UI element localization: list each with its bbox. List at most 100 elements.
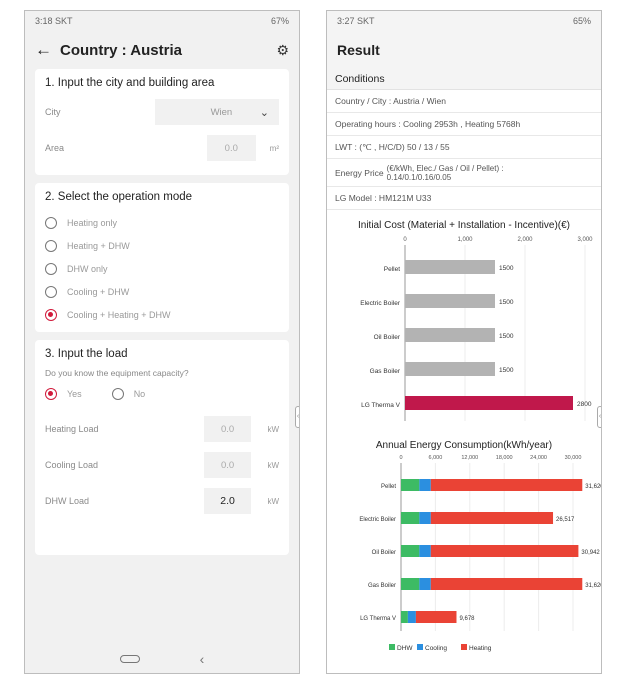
radio-no[interactable]: No bbox=[111, 386, 146, 402]
radio-icon bbox=[111, 388, 124, 400]
category-label: Oil Boiler bbox=[374, 334, 401, 341]
cooling-load-input[interactable]: 0.0 bbox=[203, 452, 252, 478]
energy-consumption-chart: 0 6,000 12,000 18,000 24,000 30,000 Pellet 31,6… bbox=[359, 455, 602, 652]
nav-back-icon[interactable]: ‹ bbox=[200, 651, 205, 667]
radio-icon bbox=[45, 262, 57, 275]
radio-label: Heating + DHW bbox=[67, 240, 130, 251]
dhw-load-input[interactable]: 2.0 bbox=[203, 488, 252, 514]
heating-load-input[interactable]: 0.0 bbox=[203, 416, 252, 442]
radio-heating-dhw[interactable]: Heating + DHW bbox=[45, 234, 279, 257]
unit-label: kW bbox=[267, 460, 279, 470]
nav-bar: ‹ bbox=[25, 645, 299, 673]
data-label: 26,517 bbox=[556, 517, 575, 523]
radio-icon bbox=[45, 285, 57, 298]
condition-model: LG Model : HM121M U33 bbox=[327, 187, 601, 210]
radio-heating-only[interactable]: Heating only bbox=[45, 211, 279, 234]
legend-swatch bbox=[461, 644, 467, 650]
section-load: 3. Input the load Do you know the equipm… bbox=[35, 340, 289, 555]
category-label: Pellet bbox=[384, 266, 400, 273]
bar-segment-heating bbox=[430, 479, 583, 491]
chevron-down-icon: ⌄ bbox=[259, 106, 269, 119]
bar bbox=[405, 260, 495, 274]
bar-segment-heating bbox=[430, 512, 554, 524]
legend-swatch bbox=[417, 644, 423, 650]
data-label: 1500 bbox=[499, 265, 514, 272]
bar-segment-cooling bbox=[419, 578, 431, 590]
data-label: 30,942 bbox=[581, 550, 600, 556]
energy-price-units: (€/kWh, Elec./ Gas / Oil / Pellet) : bbox=[386, 163, 504, 173]
bar-segment-cooling bbox=[419, 512, 431, 524]
app-bar: ← Country : Austria ⚙ bbox=[25, 31, 299, 69]
radio-label: No bbox=[133, 389, 146, 399]
legend-label: Cooling bbox=[425, 645, 447, 652]
radio-dhw-only[interactable]: DHW only bbox=[45, 257, 279, 280]
x-tick-label: 18,000 bbox=[496, 455, 513, 461]
area-input[interactable]: 0.0 bbox=[206, 135, 256, 161]
bar-segment-heating bbox=[430, 578, 583, 590]
side-handle[interactable]: ‹ bbox=[597, 406, 601, 428]
data-label: 1500 bbox=[499, 367, 514, 374]
page-title: Country : Austria bbox=[60, 41, 182, 59]
area-unit: m² bbox=[269, 143, 279, 153]
initial-cost-chart: 0 1,000 2,000 3,000 Pellet 1500 Electric Boile… bbox=[360, 237, 593, 421]
city-label: City bbox=[45, 107, 61, 117]
condition-energy-price: Energy Price (€/kWh, Elec./ Gas / Oil / … bbox=[327, 159, 601, 187]
category-label: LG Therma V bbox=[361, 402, 401, 409]
heating-load-value: 0.0 bbox=[220, 423, 235, 435]
data-label: 31,620 bbox=[585, 583, 602, 589]
back-arrow-icon[interactable]: ← bbox=[35, 40, 52, 60]
dhw-load-label: DHW Load bbox=[45, 496, 90, 506]
x-tick-label: 1,000 bbox=[457, 237, 473, 243]
category-label: LG Therma V bbox=[360, 616, 396, 622]
radio-icon bbox=[45, 216, 57, 229]
bar-segment-cooling bbox=[407, 611, 416, 623]
bar bbox=[405, 396, 573, 410]
x-tick-label: 24,000 bbox=[530, 455, 547, 461]
side-handle[interactable]: ‹ bbox=[295, 406, 299, 428]
x-tick-label: 0 bbox=[399, 455, 402, 461]
condition-hours: Operating hours : Cooling 2953h , Heatin… bbox=[327, 113, 601, 136]
category-label: Gas Boiler bbox=[370, 368, 401, 375]
energy-price-label: Energy Price bbox=[335, 167, 384, 178]
radio-selected-icon bbox=[45, 388, 57, 400]
condition-country: Country / City : Austria / Wien bbox=[327, 90, 601, 113]
conditions-heading: Conditions bbox=[327, 69, 601, 90]
chart1-title: Initial Cost (Material + Installation - … bbox=[357, 220, 571, 231]
radio-label: Heating only bbox=[67, 217, 118, 228]
category-label: Gas Boiler bbox=[368, 583, 396, 589]
radio-yes[interactable]: Yes bbox=[45, 386, 82, 402]
radio-label: Yes bbox=[67, 389, 82, 399]
status-bar: 3:27 SKT 65% bbox=[327, 11, 601, 31]
city-value: Wien bbox=[210, 106, 233, 118]
x-tick-label: 6,000 bbox=[429, 455, 443, 461]
data-label: 1500 bbox=[499, 333, 514, 340]
x-tick-label: 30,000 bbox=[565, 455, 582, 461]
status-bar: 3:18 SKT 67% bbox=[25, 11, 299, 31]
dhw-load-value: 2.0 bbox=[220, 495, 235, 507]
city-select[interactable]: Wien ⌄ bbox=[154, 99, 279, 125]
bar bbox=[405, 294, 495, 308]
input-screen: 3:18 SKT 67% ← Country : Austria ⚙ 1. In… bbox=[24, 10, 300, 674]
category-label: Oil Boiler bbox=[372, 550, 396, 556]
radio-icon bbox=[45, 239, 57, 252]
result-screen: 3:27 SKT 65% Result Conditions Country /… bbox=[326, 10, 602, 674]
radio-label: Cooling + DHW bbox=[67, 286, 130, 297]
bar-segment-cooling bbox=[419, 545, 431, 557]
radio-cooling-dhw[interactable]: Cooling + DHW bbox=[45, 280, 279, 303]
data-label: 31,620 bbox=[585, 484, 602, 490]
bar-segment-heating bbox=[415, 611, 457, 623]
home-button-icon[interactable] bbox=[119, 655, 140, 663]
battery-level: 67% bbox=[270, 16, 289, 26]
data-label: 2800 bbox=[577, 401, 592, 408]
section-heading: 3. Input the load bbox=[45, 348, 128, 360]
section-heading: 1. Input the city and building area bbox=[45, 77, 215, 89]
radio-cooling-heating-dhw[interactable]: Cooling + Heating + DHW bbox=[45, 303, 279, 326]
bar bbox=[405, 362, 495, 376]
area-value: 0.0 bbox=[224, 142, 238, 154]
radio-label: DHW only bbox=[67, 263, 108, 274]
gear-icon[interactable]: ⚙ bbox=[276, 42, 289, 59]
energy-price-values: 0.14/0.1/0.16/0.05 bbox=[386, 172, 452, 182]
radio-label: Cooling + Heating + DHW bbox=[67, 309, 171, 320]
section-heading: 2. Select the operation mode bbox=[45, 191, 193, 203]
condition-lwt: LWT : (℃ , H/C/D) 50 / 13 / 55 bbox=[327, 136, 601, 159]
